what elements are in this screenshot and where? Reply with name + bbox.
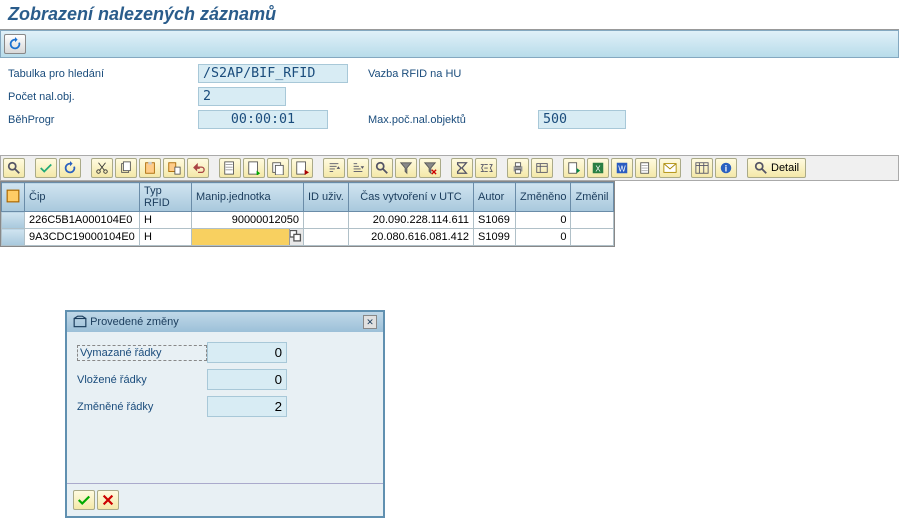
count-label: Počet nal.obj. (8, 91, 198, 103)
print-icon[interactable] (507, 158, 529, 178)
cell-author[interactable]: S1069 (474, 212, 516, 229)
excel-icon[interactable]: X (587, 158, 609, 178)
max-field[interactable] (538, 110, 626, 129)
col-author[interactable]: Autor (474, 183, 516, 212)
col-idu[interactable]: ID uživ. (304, 183, 349, 212)
page-title: Zobrazení nalezených záznamů (0, 0, 899, 30)
sort-asc-icon[interactable] (323, 158, 345, 178)
row-selector[interactable] (2, 229, 25, 246)
new-row-icon[interactable] (219, 158, 241, 178)
col-time[interactable]: Čas vytvoření v UTC (349, 183, 474, 212)
table-search-label: Tabulka pro hledání (8, 68, 198, 80)
runtime-field (198, 110, 328, 129)
view-icon[interactable] (531, 158, 553, 178)
mail-icon[interactable] (659, 158, 681, 178)
cell-chip[interactable]: 9A3CDC19000104E0 (25, 229, 140, 246)
sum-icon[interactable] (451, 158, 473, 178)
dialog-title-text: Provedené změny (90, 316, 179, 328)
inserted-rows-label: Vložené řádky (77, 374, 207, 386)
cell-type[interactable]: H (140, 212, 192, 229)
detail-button[interactable]: Detail (747, 158, 806, 178)
col-chip[interactable]: Čip (25, 183, 140, 212)
filter-del-icon[interactable] (419, 158, 441, 178)
dialog-titlebar: Provedené změny ✕ (67, 312, 383, 332)
localfile-icon[interactable] (635, 158, 657, 178)
cut-icon[interactable] (91, 158, 113, 178)
cell-time[interactable]: 20.080.616.081.412 (349, 229, 474, 246)
cell-changed[interactable]: 0 (516, 212, 571, 229)
cancel-button[interactable] (97, 490, 119, 510)
copy-icon[interactable] (115, 158, 137, 178)
cell-changer[interactable] (571, 212, 613, 229)
relation-text: Vazba RFID na HU (368, 68, 498, 80)
export-icon[interactable] (563, 158, 585, 178)
table-row[interactable]: 226C5B1A000104E0 H 90000012050 20.090.22… (2, 212, 614, 229)
cell-changed[interactable]: 0 (516, 229, 571, 246)
paste-icon[interactable] (139, 158, 161, 178)
cell-time[interactable]: 20.090.228.114.611 (349, 212, 474, 229)
refresh-grid-icon[interactable] (59, 158, 81, 178)
check-icon[interactable] (35, 158, 57, 178)
changed-rows-field (207, 396, 287, 417)
insert-row-icon[interactable] (243, 158, 265, 178)
word-icon[interactable]: W (611, 158, 633, 178)
select-all-corner[interactable] (2, 183, 25, 212)
layout-icon[interactable] (691, 158, 713, 178)
info-icon[interactable]: i (715, 158, 737, 178)
col-changer[interactable]: Změnil (571, 183, 613, 212)
data-grid: Čip Typ RFID Manip.jednotka ID uživ. Čas… (0, 181, 615, 247)
inserted-rows-field (207, 369, 287, 390)
find-icon[interactable] (3, 158, 25, 178)
deleted-rows-field (207, 342, 287, 363)
svg-text:W: W (618, 165, 626, 174)
grid-toolbar: X W i Detail (0, 155, 899, 181)
col-changed[interactable]: Změněno (516, 183, 571, 212)
subtotal-icon[interactable] (475, 158, 497, 178)
table-row[interactable]: 9A3CDC19000104E0 H 20.080.616.081.412 S1… (2, 229, 614, 246)
main-toolbar (0, 30, 899, 58)
cell-mj[interactable]: 90000012050 (192, 212, 304, 229)
col-mj[interactable]: Manip.jednotka (192, 183, 304, 212)
svg-text:i: i (725, 164, 727, 174)
value-help-icon[interactable] (289, 229, 303, 245)
count-field (198, 87, 286, 106)
col-type[interactable]: Typ RFID (140, 183, 192, 212)
detail-button-label: Detail (771, 162, 799, 174)
ok-button[interactable] (73, 490, 95, 510)
row-selector[interactable] (2, 212, 25, 229)
paste-append-icon[interactable] (163, 158, 185, 178)
find-in-grid-icon[interactable] (371, 158, 393, 178)
close-icon[interactable]: ✕ (363, 315, 377, 329)
deleted-rows-label: Vymazané řádky (77, 345, 207, 361)
changes-dialog: Provedené změny ✕ Vymazané řádky Vložené… (65, 310, 385, 518)
cell-chip[interactable]: 226C5B1A000104E0 (25, 212, 140, 229)
duplicate-row-icon[interactable] (267, 158, 289, 178)
delete-row-icon[interactable] (291, 158, 313, 178)
cell-mj-active[interactable] (192, 229, 304, 246)
table-search-field[interactable] (198, 64, 348, 83)
cell-idu[interactable] (304, 229, 349, 246)
max-label: Max.poč.nal.objektů (368, 114, 498, 126)
cell-idu[interactable] (304, 212, 349, 229)
changed-rows-label: Změněné řádky (77, 401, 207, 413)
sort-desc-icon[interactable] (347, 158, 369, 178)
filter-icon[interactable] (395, 158, 417, 178)
runtime-label: BěhProgr (8, 114, 198, 126)
svg-text:X: X (595, 165, 601, 174)
table-header-row: Čip Typ RFID Manip.jednotka ID uživ. Čas… (2, 183, 614, 212)
cell-author[interactable]: S1099 (474, 229, 516, 246)
cell-changer[interactable] (571, 229, 613, 246)
cell-type[interactable]: H (140, 229, 192, 246)
refresh-icon[interactable] (4, 34, 26, 54)
undo-icon[interactable] (187, 158, 209, 178)
info-area: Tabulka pro hledání Vazba RFID na HU Poč… (0, 58, 899, 135)
